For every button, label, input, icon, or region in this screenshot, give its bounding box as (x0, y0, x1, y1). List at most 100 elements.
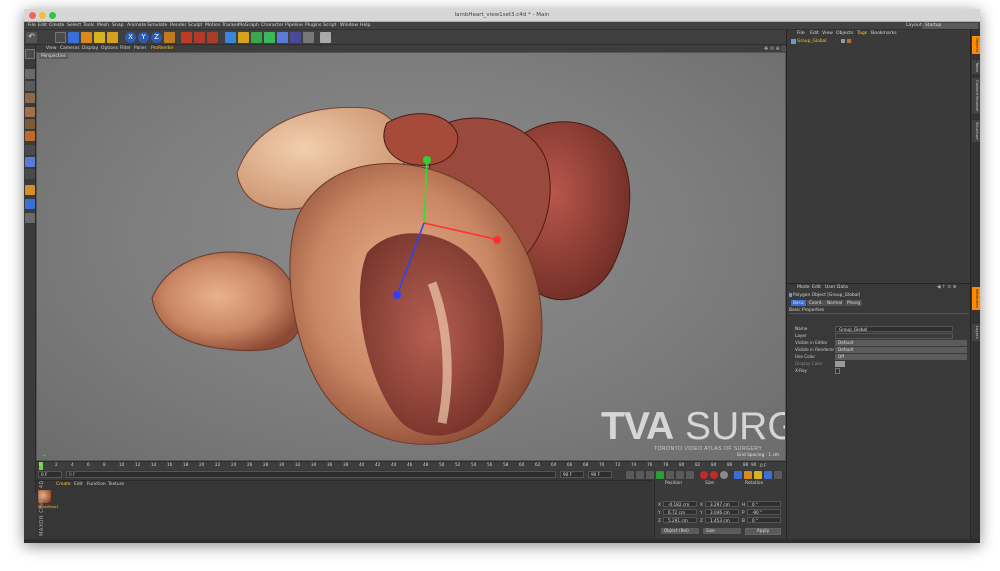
coords-size-dropdown[interactable]: Size (703, 528, 741, 534)
menu-snap[interactable]: Snap (112, 23, 124, 28)
move-icon[interactable] (68, 32, 79, 43)
workplane-icon[interactable] (25, 93, 35, 103)
pos-y-field[interactable]: 6.72 cm (663, 509, 697, 515)
apply-button[interactable]: Apply (745, 528, 781, 535)
points-mode-icon[interactable] (25, 107, 35, 117)
menu-animate[interactable]: Animate (127, 23, 146, 28)
vp-menu-prorender[interactable]: ProRender (151, 46, 174, 51)
edges-mode-icon[interactable] (25, 119, 35, 129)
menu-file[interactable]: File (28, 23, 36, 28)
size-x-field[interactable]: 3.297 cm (705, 501, 739, 507)
mat-menu-function[interactable]: Function (87, 482, 106, 487)
z-axis-icon[interactable]: Z (151, 32, 162, 43)
y-axis-icon[interactable]: Y (138, 32, 149, 43)
vp-menu-filter[interactable]: Filter (120, 46, 131, 51)
menu-motion-tracker[interactable]: Motion Tracker (205, 23, 239, 28)
camera-icon[interactable] (303, 32, 314, 43)
pos-x-field[interactable]: -0.182 cm (663, 501, 697, 507)
mat-menu-create[interactable]: Create (56, 482, 71, 487)
tweak-icon[interactable] (25, 157, 35, 167)
side-tab-objects[interactable]: Objects (972, 36, 980, 55)
rot-h-field[interactable]: 0 ° (747, 501, 781, 507)
lock-workplane-icon[interactable] (25, 185, 35, 195)
size-y-field[interactable]: 3.046 cm (705, 509, 739, 515)
visibility-dots-icon[interactable]: ⁚ (835, 39, 836, 44)
menu-select[interactable]: Select (67, 23, 81, 28)
menu-sculpt[interactable]: Sculpt (188, 23, 202, 28)
subdivision-icon[interactable] (251, 32, 262, 43)
menu-character[interactable]: Character (261, 23, 284, 28)
keyframe-selection-icon[interactable] (720, 471, 728, 479)
prop-use-color-dropdown[interactable]: Off (835, 354, 967, 360)
pos-z-field[interactable]: 5.291 cm (663, 517, 697, 523)
mat-menu-edit[interactable]: Edit (74, 482, 83, 487)
play-icon[interactable] (656, 471, 664, 479)
prop-visible-editor-dropdown[interactable]: Default (835, 340, 967, 346)
render-settings-icon[interactable] (207, 32, 218, 43)
polygons-mode-icon[interactable] (25, 131, 35, 141)
key-rotation-icon[interactable] (754, 471, 762, 479)
attr-menu-mode[interactable]: Mode (797, 285, 810, 290)
autokey-icon[interactable] (710, 471, 718, 479)
prop-display-color-swatch[interactable] (835, 361, 845, 367)
layout-dropdown[interactable]: Startup (922, 23, 978, 29)
plus-icon[interactable] (107, 32, 118, 43)
menu-window[interactable]: Window (340, 23, 358, 28)
cube-icon[interactable] (225, 32, 236, 43)
menu-pipeline[interactable]: Pipeline (285, 23, 303, 28)
mat-menu-texture[interactable]: Texture (108, 482, 124, 487)
vp-menu-view[interactable]: View (46, 46, 56, 51)
end-frame-field[interactable]: 90 F (560, 471, 584, 478)
tab-basic[interactable]: Basic (791, 300, 807, 306)
vp-menu-panel[interactable]: Panel (134, 46, 146, 51)
material-tag-icon[interactable] (847, 39, 851, 43)
model-mode-icon[interactable] (25, 69, 35, 79)
menu-render[interactable]: Render (170, 23, 186, 28)
make-editable-icon[interactable] (25, 49, 35, 59)
viewport[interactable]: Perspective ⌖ TVA SUR TORONTO VIDEO ATLA… (36, 52, 786, 461)
menu-simulate[interactable]: Simulate (147, 23, 167, 28)
rot-b-field[interactable]: 0 ° (747, 517, 781, 523)
key-scale-icon[interactable] (744, 471, 752, 479)
prop-layer-field[interactable] (835, 333, 953, 339)
scale-icon[interactable] (81, 32, 92, 43)
planar-workplane-icon[interactable] (25, 199, 35, 209)
obj-menu-view[interactable]: View (822, 31, 833, 36)
prev-key-icon[interactable] (636, 471, 644, 479)
undo-icon[interactable]: ↶ (26, 32, 37, 43)
select-icon[interactable] (55, 32, 66, 43)
x-axis-icon[interactable]: X (125, 32, 136, 43)
snap-icon[interactable] (25, 169, 35, 179)
object-row[interactable]: Group_Global ⁚ (789, 39, 969, 45)
attr-nav-icons[interactable]: ◀ ↑ ⊙ ⊕ (937, 285, 956, 290)
pen-icon[interactable] (238, 32, 249, 43)
side-tab-takes[interactable]: Takes (972, 60, 980, 75)
menu-mesh[interactable]: Mesh (97, 23, 109, 28)
menu-mograph[interactable]: MoGraph (238, 23, 259, 28)
deformer-icon[interactable] (277, 32, 288, 43)
vp-menu-cameras[interactable]: Cameras (60, 46, 80, 51)
coords-mode-dropdown[interactable]: Object (Rel) (661, 528, 699, 534)
menu-plugins[interactable]: Plugins (305, 23, 321, 28)
key-param-icon[interactable] (764, 471, 772, 479)
rotate-icon[interactable] (94, 32, 105, 43)
tab-coord[interactable]: Coord. (807, 300, 825, 306)
record-key-icon[interactable] (700, 471, 708, 479)
render-picture-icon[interactable] (194, 32, 205, 43)
side-tab-attributes[interactable]: Attributes (972, 287, 980, 310)
key-position-icon[interactable] (734, 471, 742, 479)
obj-menu-tags[interactable]: Tags (857, 31, 867, 36)
rot-p-field[interactable]: -90 ° (747, 509, 781, 515)
obj-menu-bookmarks[interactable]: Bookmarks (871, 31, 897, 36)
array-icon[interactable] (264, 32, 275, 43)
phong-tag-icon[interactable] (841, 39, 845, 43)
tab-normal[interactable]: Normal (825, 300, 845, 306)
prop-name-input[interactable]: Group_Global (835, 326, 953, 332)
timeline-ruler[interactable]: 0 2 4 6 8 10 12 14 16 18 20 22 24 26 28 … (36, 461, 786, 470)
object-name[interactable]: Group_Global (797, 39, 827, 44)
max-frame-field[interactable]: 90 F (588, 471, 612, 478)
start-frame-field[interactable]: 0 F (38, 471, 62, 478)
scene-icon[interactable] (290, 32, 301, 43)
light-icon[interactable] (320, 32, 331, 43)
prop-xray-checkbox[interactable] (835, 368, 840, 374)
